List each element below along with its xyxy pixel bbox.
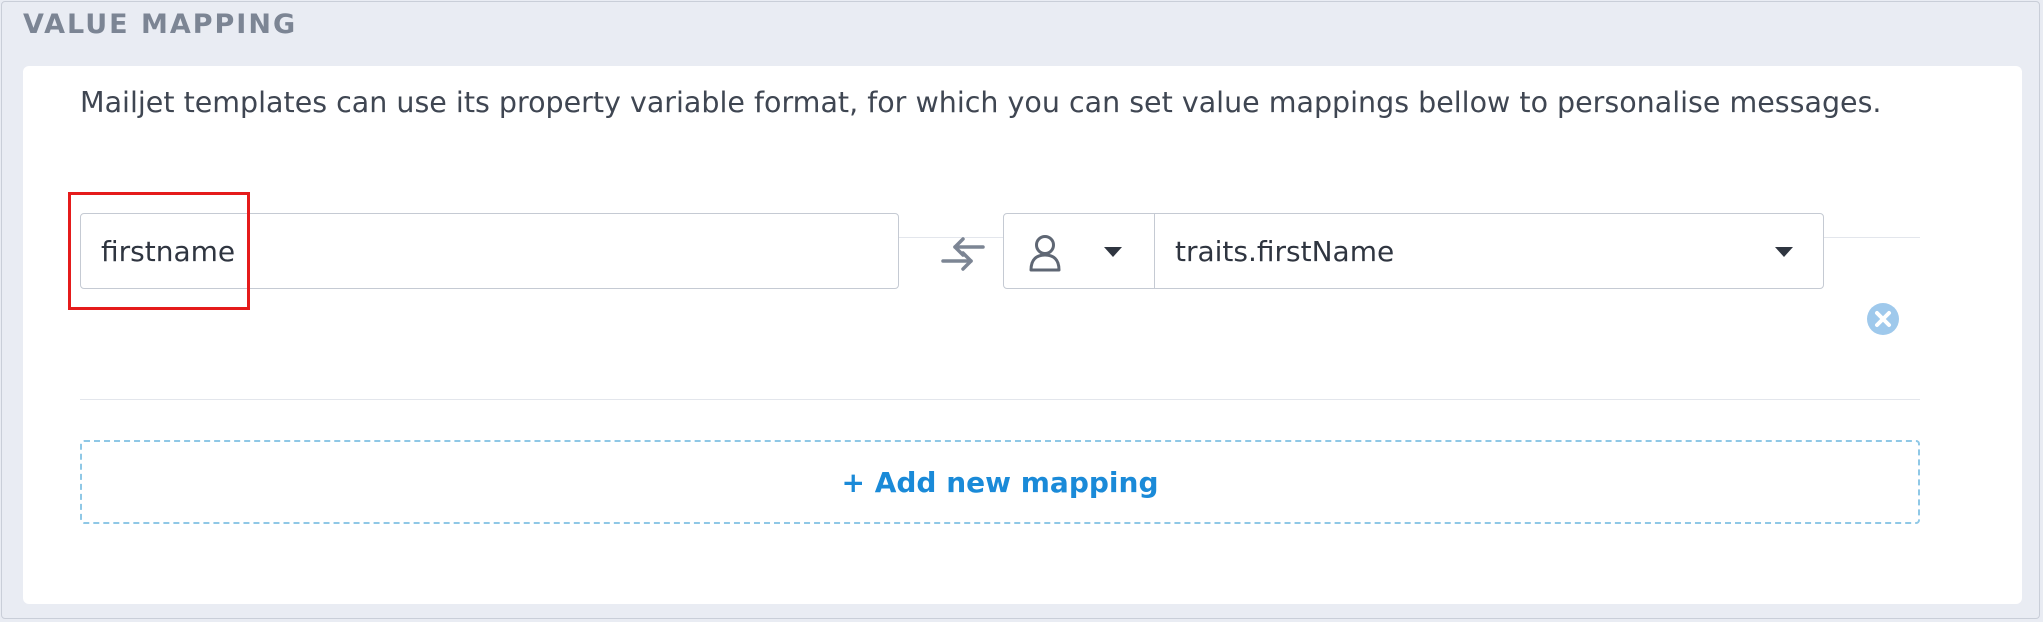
description-text: Mailjet templates can use its property v…: [80, 86, 1882, 119]
chevron-down-icon: [1775, 247, 1793, 257]
add-mapping-button[interactable]: + Add new mapping: [80, 440, 1920, 524]
divider: [80, 399, 1920, 400]
highlight-box: [68, 192, 250, 310]
remove-mapping-icon[interactable]: [1866, 302, 1900, 336]
chevron-down-icon: [1104, 247, 1122, 257]
value-select-dropdown[interactable]: traits.firstName: [1155, 214, 1823, 288]
user-icon: [1029, 235, 1061, 272]
section-title: VALUE MAPPING: [23, 9, 298, 40]
mapping-value-selector: traits.firstName: [1003, 213, 1824, 289]
swap-arrows-icon: [941, 237, 985, 271]
value-select-text: traits.firstName: [1175, 234, 1395, 268]
source-type-dropdown[interactable]: [1004, 214, 1155, 288]
